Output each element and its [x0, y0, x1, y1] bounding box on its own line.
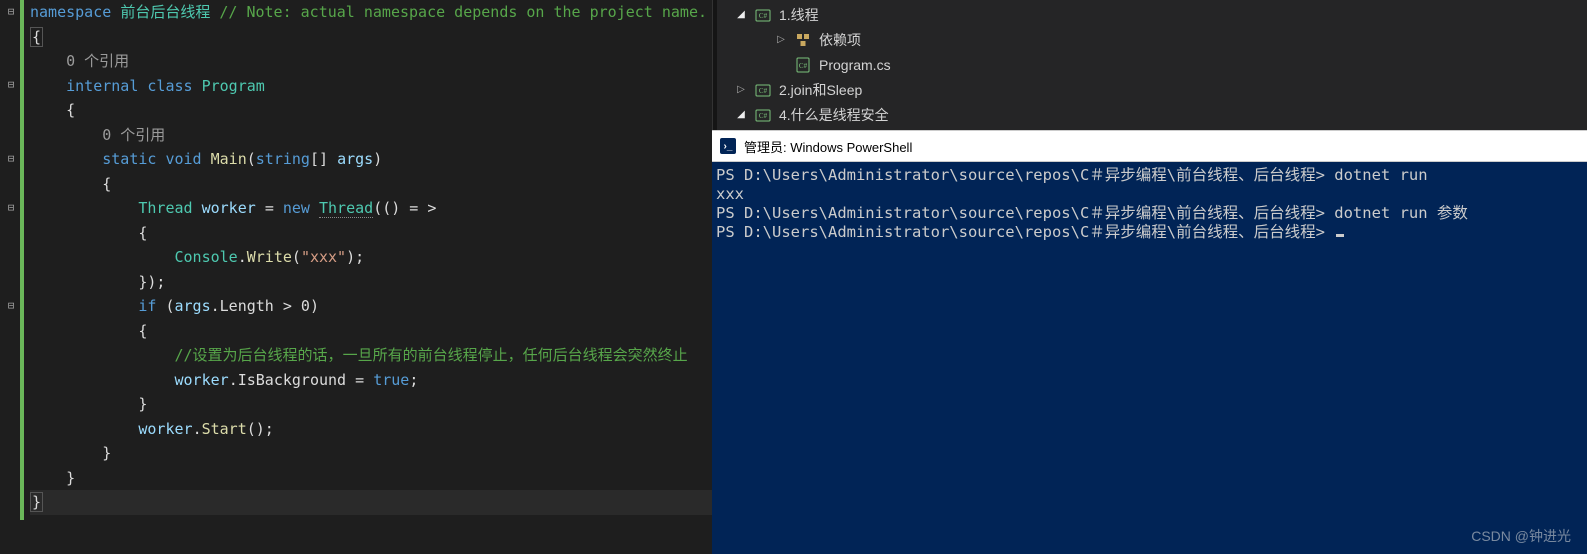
type-console: Console — [175, 248, 238, 266]
comment: // Note: actual namespace depends on the… — [219, 3, 707, 21]
csfile-icon: C# — [793, 57, 813, 73]
brace-close: } — [138, 395, 147, 413]
csproj-icon: C# — [753, 7, 773, 23]
keyword-class: class — [147, 77, 192, 95]
type-thread: Thread — [138, 199, 192, 217]
tree-item[interactable]: C# 1.线程 — [713, 2, 1587, 27]
chevron-down-icon[interactable] — [733, 107, 749, 123]
brace-close: }); — [138, 273, 165, 291]
powershell-titlebar[interactable]: ›_ 管理员: Windows PowerShell — [712, 130, 1587, 162]
codelens-references[interactable]: 0 个引用 — [66, 52, 129, 70]
keyword-namespace: namespace — [30, 3, 111, 21]
powershell-icon: ›_ — [720, 138, 736, 154]
keyword-void: void — [165, 150, 201, 168]
deps-icon — [793, 32, 813, 48]
tree-item[interactable]: C# 2.join和Sleep — [713, 77, 1587, 102]
keyword-new: new — [283, 199, 310, 217]
local-worker: worker — [138, 420, 192, 438]
terminal-line: PS D:\Users\Administrator\source\repos\C… — [716, 166, 1583, 185]
lambda-arrow: () = > — [382, 199, 436, 217]
scrollbar[interactable] — [713, 0, 717, 130]
keyword-if: if — [138, 297, 156, 315]
fold-glyph[interactable]: ⊟ — [5, 294, 17, 319]
solution-explorer[interactable]: C# 1.线程依赖项 C# Program.cs C# 2.join和Sleep C# 4.什… — [712, 0, 1587, 130]
method-write: Write — [247, 248, 292, 266]
fold-glyph[interactable]: ⊟ — [5, 73, 17, 98]
tree-item[interactable]: C# 4.什么是线程安全 — [713, 102, 1587, 127]
codelens-references[interactable]: 0 个引用 — [102, 126, 165, 144]
tree-item[interactable]: 依赖项 — [713, 27, 1587, 52]
code-editor[interactable]: ⊟ ⊟ ⊟ ⊟ ⊟ namespace 前台后台线程 // Note: actu… — [0, 0, 712, 554]
fold-glyph[interactable]: ⊟ — [5, 196, 17, 221]
type-thread: Thread — [319, 199, 373, 218]
param-args: args — [175, 297, 211, 315]
powershell-title: 管理员: Windows PowerShell — [744, 137, 912, 156]
terminal-line: xxx — [716, 185, 1583, 204]
local-worker: worker — [202, 199, 256, 217]
code-text-area[interactable]: namespace 前台后台线程 // Note: actual namespa… — [30, 0, 712, 554]
fold-glyph[interactable]: ⊟ — [5, 147, 17, 172]
tree-item-label: 2.join和Sleep — [779, 80, 862, 100]
method-start: Start — [202, 420, 247, 438]
prop-length: Length — [220, 297, 274, 315]
change-marker — [20, 0, 24, 520]
brace-close: } — [66, 469, 75, 487]
csproj-icon: C# — [753, 82, 773, 98]
prop-isbackground: IsBackground — [238, 371, 346, 389]
spacer — [773, 57, 789, 73]
brace-close: } — [102, 444, 111, 462]
tree-item-label: 依赖项 — [819, 30, 861, 50]
keyword-true: true — [373, 371, 409, 389]
brace-open: { — [30, 27, 43, 47]
svg-text:C#: C# — [799, 62, 808, 70]
chevron-right-icon[interactable] — [733, 82, 749, 98]
tree-item[interactable]: C# Program.cs — [713, 52, 1587, 77]
keyword-string: string — [256, 150, 310, 168]
namespace-name: 前台后台线程 — [120, 3, 210, 21]
powershell-window[interactable]: ›_ 管理员: Windows PowerShell PS D:\Users\A… — [712, 130, 1587, 554]
terminal-cursor — [1336, 234, 1344, 237]
fold-glyph[interactable]: ⊟ — [5, 0, 17, 25]
tree-item-label: 4.什么是线程安全 — [779, 105, 889, 125]
keyword-internal: internal — [66, 77, 138, 95]
keyword-static: static — [102, 150, 156, 168]
method-main: Main — [211, 150, 247, 168]
comment: //设置为后台线程的话，一旦所有的前台线程停止，任何后台线程会突然终止 — [175, 346, 688, 364]
brace-open: { — [66, 101, 75, 119]
csproj-icon: C# — [753, 107, 773, 123]
terminal-line: PS D:\Users\Administrator\source\repos\C… — [716, 223, 1583, 242]
svg-text:C#: C# — [759, 12, 768, 20]
param-args: args — [337, 150, 373, 168]
string-literal: "xxx" — [301, 248, 346, 266]
tree-item-label: 1.线程 — [779, 5, 819, 25]
chevron-down-icon[interactable] — [733, 7, 749, 23]
brace-open: { — [102, 175, 111, 193]
svg-text:C#: C# — [759, 112, 768, 120]
brace-open: { — [138, 322, 147, 340]
powershell-terminal[interactable]: PS D:\Users\Administrator\source\repos\C… — [712, 162, 1587, 554]
tree-item-label: Program.cs — [819, 57, 891, 73]
terminal-line: PS D:\Users\Administrator\source\repos\C… — [716, 204, 1583, 223]
local-worker: worker — [175, 371, 229, 389]
class-name: Program — [202, 77, 265, 95]
brace-close: } — [30, 492, 43, 512]
condition: > 0 — [274, 297, 310, 315]
watermark: CSDN @钟进光 — [1471, 526, 1571, 546]
chevron-right-icon[interactable] — [773, 32, 789, 48]
svg-text:C#: C# — [759, 87, 768, 95]
brace-open: { — [138, 224, 147, 242]
